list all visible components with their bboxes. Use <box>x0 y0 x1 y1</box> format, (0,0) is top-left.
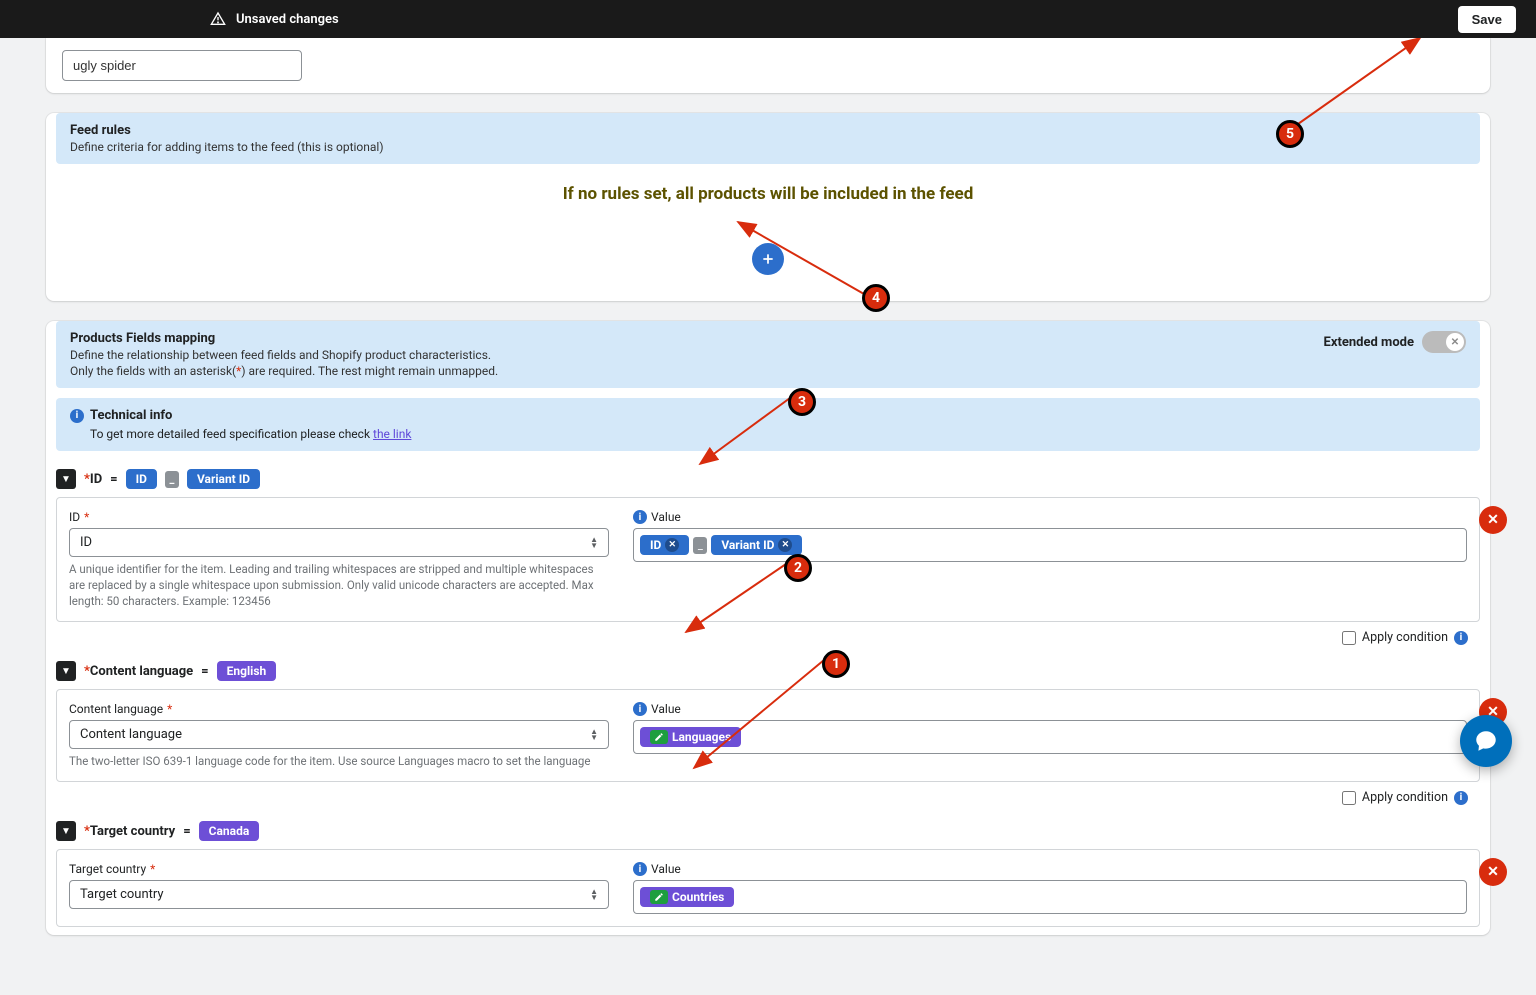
extended-mode-toggle[interactable]: ✕ <box>1422 331 1466 353</box>
remove-row-button[interactable]: ✕ <box>1479 858 1507 886</box>
info-icon: i <box>70 409 84 423</box>
collapse-toggle[interactable]: ▼ <box>56 469 76 489</box>
annotation-marker-3: 3 <box>788 388 816 416</box>
info-icon: i <box>1454 631 1468 645</box>
pencil-icon <box>650 730 668 744</box>
info-icon: i <box>633 510 647 524</box>
id-value-tag-1[interactable]: ID✕ <box>640 535 689 555</box>
annotation-marker-2: 2 <box>784 554 812 582</box>
pfm-sub2: Only the fields with an asterisk(*) are … <box>70 364 498 378</box>
variant-id-tag: Variant ID <box>187 469 260 489</box>
chevron-updown-icon: ▲▼ <box>590 729 598 741</box>
pfm-header: Products Fields mapping Define the relat… <box>56 321 1480 388</box>
extended-mode-label: Extended mode <box>1324 335 1414 350</box>
feed-rules-title: Feed rules <box>70 123 1466 138</box>
mapping-row-target-country: ▼ *Target country = Canada Target countr… <box>46 813 1490 935</box>
close-icon: ✕ <box>1446 333 1464 351</box>
id-tag: ID <box>126 469 157 489</box>
id-help-text: A unique identifier for the item. Leadin… <box>69 561 609 609</box>
info-icon: i <box>633 862 647 876</box>
mapping-row-id: ▼ *ID = ID _ Variant ID ID * ID ▲▼ A uni… <box>46 461 1490 653</box>
remove-row-button[interactable]: ✕ <box>1479 506 1507 534</box>
annotation-marker-1: 1 <box>822 650 850 678</box>
pencil-icon <box>650 890 668 904</box>
pfm-sub1: Define the relationship between feed fie… <box>70 348 498 362</box>
separator-icon: _ <box>165 471 179 488</box>
chevron-updown-icon: ▲▼ <box>590 537 598 549</box>
feed-rules-card: Feed rules Define criteria for adding it… <box>46 113 1490 301</box>
remove-chip-icon[interactable]: ✕ <box>665 538 679 552</box>
add-rule-button[interactable] <box>752 243 784 275</box>
annotation-marker-4: 4 <box>862 284 890 312</box>
info-icon: i <box>633 702 647 716</box>
feed-rules-sub: Define criteria for adding items to the … <box>70 140 1466 154</box>
apply-condition-checkbox[interactable] <box>1342 791 1356 805</box>
tech-info-title: Technical info <box>90 408 172 423</box>
lang-help-text: The two-letter ISO 639-1 language code f… <box>69 753 609 769</box>
country-value-input[interactable]: Countries <box>633 880 1467 914</box>
unsaved-changes-text: Unsaved changes <box>236 12 339 27</box>
country-value-tag[interactable]: Countries <box>640 887 734 907</box>
no-rules-message: If no rules set, all products will be in… <box>46 184 1490 204</box>
topbar: Unsaved changes Save <box>0 0 1536 38</box>
lang-value-tag[interactable]: Languages <box>640 727 741 747</box>
apply-condition-label: Apply condition <box>1362 790 1448 805</box>
remove-chip-icon[interactable]: ✕ <box>778 538 792 552</box>
collapse-toggle[interactable]: ▼ <box>56 821 76 841</box>
separator-icon: _ <box>693 537 707 554</box>
pfm-title: Products Fields mapping <box>70 331 498 346</box>
collapse-toggle[interactable]: ▼ <box>56 661 76 681</box>
lang-value-input[interactable]: Languages <box>633 720 1467 754</box>
feed-name-input[interactable] <box>62 50 302 81</box>
target-country-select[interactable]: Target country ▲▼ <box>69 880 609 909</box>
id-value-input[interactable]: ID✕ _ Variant ID✕ <box>633 528 1467 562</box>
tech-info-link[interactable]: the link <box>373 427 411 441</box>
id-field-select[interactable]: ID ▲▼ <box>69 528 609 557</box>
mapping-row-content-language: ▼ *Content language = English Content la… <box>46 653 1490 813</box>
products-fields-mapping-card: Products Fields mapping Define the relat… <box>46 321 1490 935</box>
apply-condition-checkbox[interactable] <box>1342 631 1356 645</box>
tech-info-body-text: To get more detailed feed specification … <box>90 427 373 441</box>
chevron-updown-icon: ▲▼ <box>590 889 598 901</box>
chat-widget-button[interactable] <box>1460 715 1512 767</box>
technical-info: i Technical info To get more detailed fe… <box>56 398 1480 451</box>
content-language-select[interactable]: Content language ▲▼ <box>69 720 609 749</box>
warning-icon <box>210 11 226 27</box>
chat-icon <box>1473 728 1499 754</box>
info-icon: i <box>1454 791 1468 805</box>
apply-condition-label: Apply condition <box>1362 630 1448 645</box>
save-button[interactable]: Save <box>1458 6 1516 33</box>
country-tag: Canada <box>199 821 260 841</box>
id-value-tag-2[interactable]: Variant ID✕ <box>711 535 802 555</box>
language-tag: English <box>217 661 277 681</box>
feed-rules-header: Feed rules Define criteria for adding it… <box>56 113 1480 164</box>
annotation-marker-5: 5 <box>1276 120 1304 148</box>
